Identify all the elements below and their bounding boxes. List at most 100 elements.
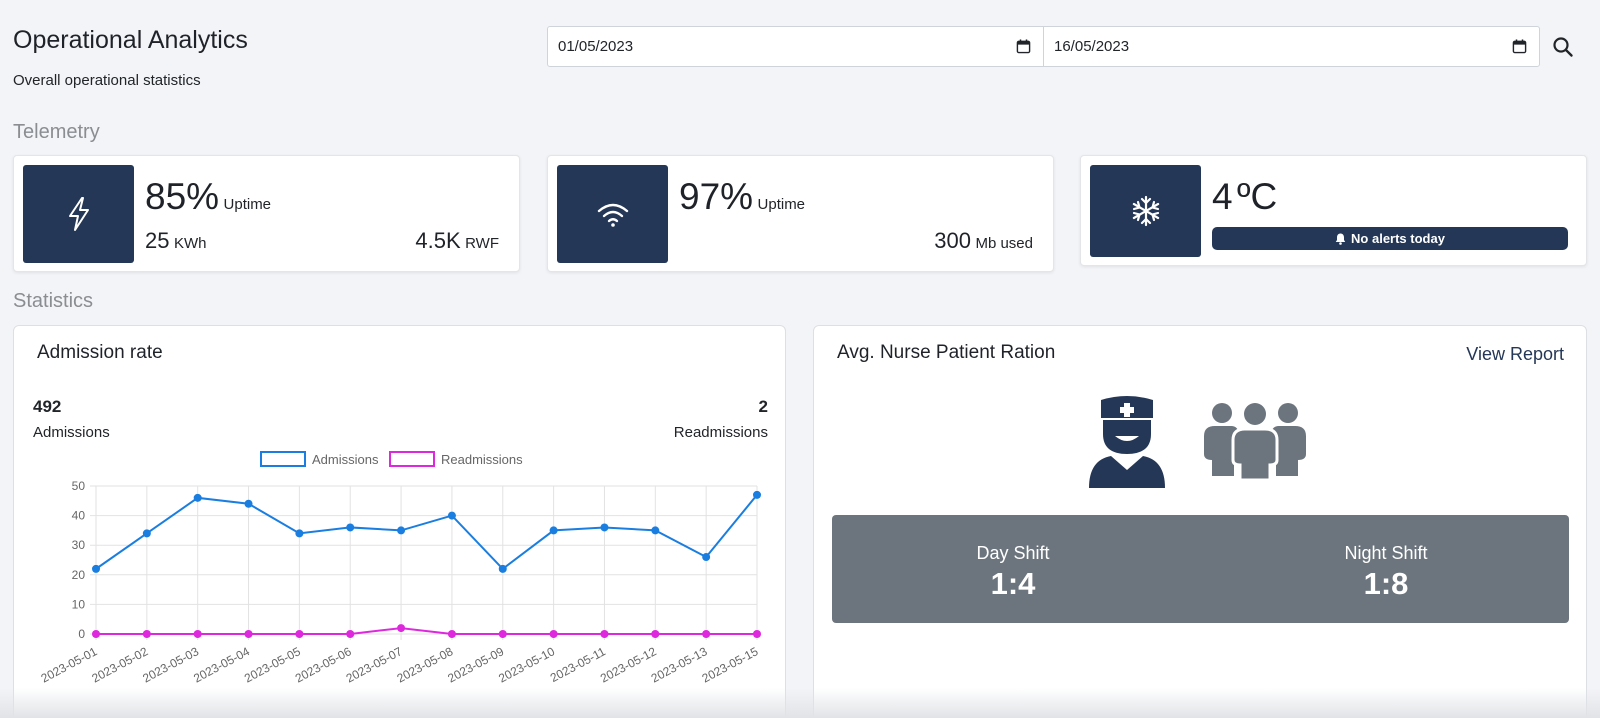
y-tick-label: 20	[72, 568, 86, 582]
data-point	[702, 630, 711, 638]
x-tick-label: 2023-05-06	[293, 644, 354, 685]
page-title: Operational Analytics	[13, 26, 248, 54]
view-report-link[interactable]: View Report	[1466, 344, 1564, 365]
patients-icon	[1204, 403, 1306, 480]
x-tick-label: 2023-05-10	[496, 644, 557, 685]
network-uptime-value: 97%	[679, 176, 754, 217]
data-point	[92, 564, 100, 573]
x-tick-label: 2023-05-07	[344, 644, 405, 685]
data-point	[498, 630, 507, 638]
calendar-icon[interactable]	[1016, 39, 1031, 54]
start-date-value: 01/05/2023	[558, 38, 634, 55]
x-tick-label: 2023-05-05	[242, 644, 303, 685]
night-shift-block: Night Shift 1:8	[1286, 543, 1486, 602]
fridge-telemetry-card: 4 ºC No alerts today	[1080, 155, 1587, 266]
data-point	[346, 630, 355, 638]
x-tick-label: 2023-05-04	[191, 644, 252, 685]
date-range-picker: 01/05/2023 16/05/2023	[547, 26, 1540, 67]
y-tick-label: 40	[72, 509, 86, 523]
nurse-ratio-card-title: Avg. Nurse Patient Ration	[837, 342, 1056, 363]
y-tick-label: 10	[72, 597, 86, 611]
network-icon-box	[557, 165, 668, 263]
legend-label-0: Admissions	[312, 452, 379, 467]
data-point	[193, 630, 202, 638]
legend-label-1: Readmissions	[441, 452, 523, 467]
lightning-icon	[68, 197, 89, 231]
data-point	[600, 630, 609, 638]
legend-swatch-0	[260, 451, 306, 467]
cost-unit: RWF	[465, 235, 499, 252]
wifi-icon	[597, 203, 628, 227]
data-point	[600, 523, 609, 532]
admission-rate-card: Admission rate 492 Admissions 2 Readmiss…	[13, 325, 786, 718]
end-date-value: 16/05/2023	[1054, 38, 1130, 55]
admission-card-title: Admission rate	[37, 342, 163, 363]
energy-unit: KWh	[173, 235, 207, 252]
data-point	[142, 630, 151, 638]
network-uptime-label: Uptime	[757, 196, 806, 213]
admissions-count: 492	[33, 397, 62, 416]
data-used-unit: Mb used	[975, 235, 1033, 252]
x-tick-label: 2023-05-08	[395, 644, 456, 685]
power-uptime-label: Uptime	[223, 196, 272, 213]
power-uptime-value: 85%	[145, 176, 220, 217]
network-telemetry-card: 97% Uptime 300 Mb used	[547, 155, 1054, 272]
data-point	[346, 523, 355, 532]
data-point	[498, 564, 507, 573]
readmissions-count: 2	[758, 397, 768, 416]
data-point	[447, 630, 456, 638]
data-point	[397, 526, 406, 535]
fridge-icon-box	[1090, 165, 1201, 257]
data-point	[651, 630, 660, 638]
data-point	[244, 630, 253, 638]
x-tick-label: 2023-05-11	[548, 644, 608, 685]
nurse-icon	[1089, 396, 1165, 488]
x-tick-label: 2023-05-03	[140, 644, 201, 685]
night-shift-label: Night Shift	[1344, 543, 1428, 563]
legend-swatch-1	[389, 451, 435, 467]
data-point	[753, 630, 761, 638]
x-tick-label: 2023-05-13	[649, 644, 710, 685]
data-point	[447, 511, 456, 520]
bell-icon	[1335, 233, 1346, 245]
data-point	[193, 493, 202, 502]
data-point	[753, 490, 761, 499]
search-icon[interactable]	[1552, 36, 1574, 58]
power-telemetry-card: 85% Uptime 25 KWh 4.5K RWF	[13, 155, 520, 272]
snowflake-icon	[1132, 195, 1159, 227]
day-shift-ratio: 1:4	[990, 566, 1036, 601]
x-tick-label: 2023-05-01	[39, 644, 100, 685]
data-point	[651, 526, 660, 535]
readmissions-label: Readmissions	[673, 424, 768, 441]
fridge-temp-value: 4	[1212, 176, 1233, 217]
cost-value: 4.5K	[415, 228, 461, 253]
start-date-input[interactable]: 01/05/2023	[548, 27, 1043, 66]
y-tick-label: 30	[72, 538, 86, 552]
power-icon-box	[23, 165, 134, 263]
fridge-temp-unit: ºC	[1237, 176, 1278, 217]
admissions-label: Admissions	[33, 424, 110, 441]
data-point	[702, 553, 711, 562]
data-point	[549, 630, 558, 638]
statistics-heading: Statistics	[13, 290, 94, 312]
page-bottom-shadow	[0, 688, 1600, 718]
shift-ratio-panel: Day Shift 1:4 Night Shift 1:8	[832, 515, 1569, 623]
y-tick-label: 0	[78, 627, 85, 641]
nurse-ratio-card: Avg. Nurse Patient Ration View Report Da…	[813, 325, 1587, 718]
y-tick-label: 50	[72, 479, 86, 493]
alert-status-badge: No alerts today	[1212, 227, 1568, 250]
page-subtitle: Overall operational statistics	[13, 72, 201, 89]
x-tick-label: 2023-05-15	[700, 644, 761, 685]
alert-status-text: No alerts today	[1351, 231, 1445, 246]
data-point	[549, 526, 558, 535]
data-point	[295, 529, 304, 538]
x-tick-label: 2023-05-09	[445, 644, 506, 685]
data-used-value: 300	[934, 228, 971, 253]
telemetry-heading: Telemetry	[13, 121, 100, 143]
data-point	[142, 529, 151, 538]
day-shift-label: Day Shift	[976, 543, 1050, 563]
end-date-input[interactable]: 16/05/2023	[1043, 27, 1539, 66]
calendar-icon[interactable]	[1512, 39, 1527, 54]
data-point	[295, 630, 304, 638]
data-point	[92, 630, 100, 638]
